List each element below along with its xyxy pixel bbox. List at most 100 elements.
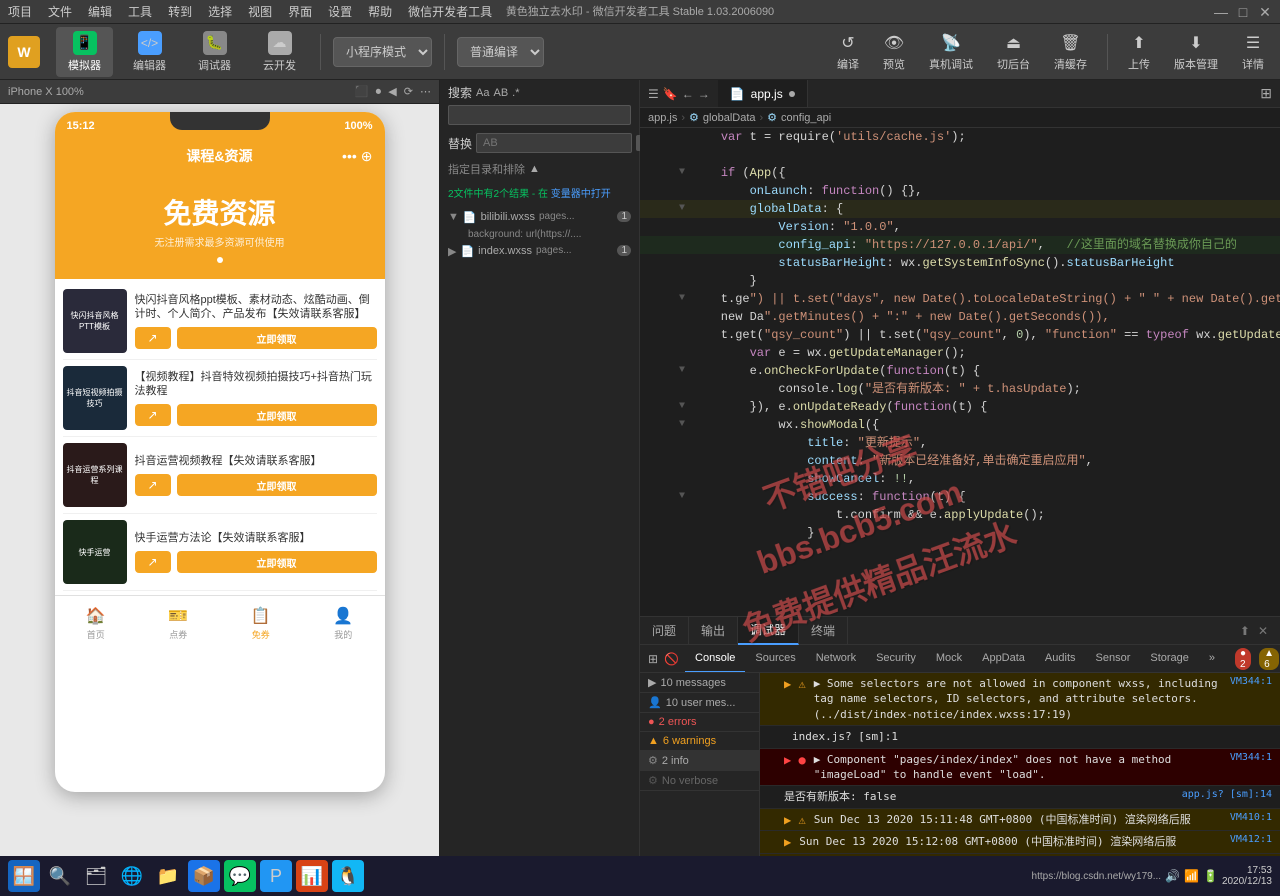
taskbar-wechat-icon[interactable]: 💬 bbox=[224, 860, 256, 892]
console-sidebar-icon[interactable]: ⊞ bbox=[648, 652, 658, 666]
tab-output[interactable]: 输出 bbox=[689, 617, 738, 645]
menu-item-interface[interactable]: 界面 bbox=[288, 3, 312, 20]
tray-icon-1[interactable]: 🔊 bbox=[1165, 869, 1180, 883]
console-loc-0[interactable]: VM344:1 bbox=[1230, 676, 1272, 687]
share-button-2[interactable]: ↗ bbox=[135, 474, 171, 496]
console-loc-4[interactable]: VM410:1 bbox=[1230, 812, 1272, 823]
get-button-0[interactable]: 立即领取 bbox=[177, 327, 377, 349]
search-case-icon[interactable]: Aa bbox=[476, 87, 489, 99]
version-button[interactable]: ⬇ 版本管理 bbox=[1166, 28, 1226, 76]
upload-button[interactable]: ⬆ 上传 bbox=[1120, 28, 1158, 76]
tab-debugger[interactable]: 调试器 bbox=[738, 617, 799, 645]
group-item-user-messages[interactable]: 👤 10 user mes... bbox=[640, 693, 759, 713]
panel-close-icon[interactable]: ✕ bbox=[1258, 624, 1268, 638]
detail-button[interactable]: ☰ 详情 bbox=[1234, 28, 1272, 76]
taskbar-file-icon[interactable]: 📁 bbox=[152, 860, 184, 892]
file-item-bilibili[interactable]: ▼ 📄 bilibili.wxss pages... 1 bbox=[440, 208, 639, 227]
close-button[interactable]: ✕ bbox=[1258, 5, 1272, 19]
phone-tab-free[interactable]: 📋 免券 bbox=[220, 606, 303, 641]
group-item-messages[interactable]: ▶ 10 messages bbox=[640, 673, 759, 693]
panel-expand-icon[interactable]: ⬆ bbox=[1240, 624, 1250, 638]
compile-button[interactable]: ↺ 编译 bbox=[829, 28, 867, 76]
phone-tab-home[interactable]: 🏠 首页 bbox=[55, 606, 138, 641]
console-tab-mock[interactable]: Mock bbox=[926, 645, 972, 673]
real-device-button[interactable]: 📡 真机调试 bbox=[921, 28, 981, 76]
console-tab-storage[interactable]: Storage bbox=[1140, 645, 1199, 673]
share-button-1[interactable]: ↗ bbox=[135, 404, 171, 426]
group-item-verbose[interactable]: ⚙ No verbose bbox=[640, 771, 759, 791]
simulator-button[interactable]: 📱 模拟器 bbox=[56, 27, 113, 77]
console-tab-sources[interactable]: Sources bbox=[745, 645, 805, 673]
bookmark-icon[interactable]: 🔖 bbox=[663, 87, 678, 101]
menu-item-help[interactable]: 帮助 bbox=[368, 3, 392, 20]
tray-icon-3[interactable]: 🔋 bbox=[1203, 869, 1218, 883]
share-button-3[interactable]: ↗ bbox=[135, 551, 171, 573]
maximize-button[interactable]: □ bbox=[1236, 5, 1250, 19]
menu-item-project[interactable]: 项目 bbox=[8, 3, 32, 20]
get-button-3[interactable]: 立即领取 bbox=[177, 551, 377, 573]
debugger-button[interactable]: 🐛 调试器 bbox=[186, 27, 243, 77]
phone-tab-mine[interactable]: 👤 我的 bbox=[302, 606, 385, 641]
cutoff-button[interactable]: ⏏ 切后台 bbox=[989, 28, 1038, 76]
console-tab-sensor[interactable]: Sensor bbox=[1086, 645, 1141, 673]
compile-select[interactable]: 普通编译 bbox=[457, 37, 544, 67]
console-tab-appdata[interactable]: AppData bbox=[972, 645, 1035, 673]
taskbar-qq-icon[interactable]: 🐧 bbox=[332, 860, 364, 892]
phone-nav-dots-icon[interactable]: ••• bbox=[342, 148, 357, 165]
split-editor-icon[interactable]: ⊞ bbox=[1260, 85, 1272, 102]
menu-item-settings[interactable]: 设置 bbox=[328, 3, 352, 20]
menu-item-goto[interactable]: 转到 bbox=[168, 3, 192, 20]
group-item-info[interactable]: ⚙ 2 info bbox=[640, 751, 759, 771]
taskbar-ppt-icon[interactable]: 📊 bbox=[296, 860, 328, 892]
sim-record-icon[interactable]: ⏺ bbox=[376, 86, 382, 98]
menu-item-wechat-tools[interactable]: 微信开发者工具 bbox=[408, 3, 492, 20]
minimize-button[interactable]: — bbox=[1214, 5, 1228, 19]
menu-item-tools[interactable]: 工具 bbox=[128, 3, 152, 20]
open-editor-link[interactable]: 变量器中打开 bbox=[551, 189, 611, 200]
console-tab-audits[interactable]: Audits bbox=[1035, 645, 1086, 673]
editor-tab-appjs[interactable]: 📄 app.js bbox=[718, 80, 808, 108]
console-clear-icon[interactable]: 🚫 bbox=[664, 652, 679, 666]
cloud-button[interactable]: ☁ 云开发 bbox=[251, 27, 308, 77]
preview-button[interactable]: 👁 预览 bbox=[875, 28, 913, 76]
console-loc-2[interactable]: VM344:1 bbox=[1230, 752, 1272, 763]
menu-item-select[interactable]: 选择 bbox=[208, 3, 232, 20]
menu-item-file[interactable]: 文件 bbox=[48, 3, 72, 20]
get-button-1[interactable]: 立即领取 bbox=[177, 404, 377, 426]
menu-item-edit[interactable]: 编辑 bbox=[88, 3, 112, 20]
console-tab-network[interactable]: Network bbox=[806, 645, 866, 673]
group-item-errors[interactable]: ● 2 errors bbox=[640, 713, 759, 732]
menu-item-view[interactable]: 视图 bbox=[248, 3, 272, 20]
console-loc-3[interactable]: app.js? [sm]:14 bbox=[1182, 789, 1272, 800]
nav-fwd-icon[interactable]: → bbox=[698, 87, 710, 101]
tray-icon-2[interactable]: 📶 bbox=[1184, 869, 1199, 883]
search-regex-icon[interactable]: .* bbox=[512, 87, 519, 99]
file-item-index[interactable]: ▶ 📄 index.wxss pages... 1 bbox=[440, 242, 639, 261]
taskbar-task-view-icon[interactable]: 🗂 bbox=[80, 860, 112, 892]
share-button-0[interactable]: ↗ bbox=[135, 327, 171, 349]
console-loc-5[interactable]: VM412:1 bbox=[1230, 834, 1272, 845]
phone-nav-share-icon[interactable]: ⊕ bbox=[361, 148, 373, 165]
replace-input[interactable] bbox=[476, 133, 632, 153]
taskbar-search-icon[interactable]: 🔍 bbox=[44, 860, 76, 892]
file-match-1[interactable]: background: url(https://.... bbox=[440, 227, 639, 242]
editor-button[interactable]: </> 编辑器 bbox=[121, 27, 178, 77]
console-tab-security[interactable]: Security bbox=[866, 645, 926, 673]
phone-tab-ticket[interactable]: 🎫 点券 bbox=[137, 606, 220, 641]
group-item-warnings[interactable]: ▲ 6 warnings bbox=[640, 732, 759, 751]
code-editor[interactable]: var t = require('utils/cache.js'); ▼ if … bbox=[640, 128, 1280, 616]
toggle-sidebar-icon[interactable]: ☰ bbox=[648, 87, 659, 101]
taskbar-app-icon[interactable]: 📦 bbox=[188, 860, 220, 892]
tab-issues[interactable]: 问题 bbox=[640, 617, 689, 645]
breadcrumb-item-2[interactable]: config_api bbox=[781, 112, 831, 124]
taskbar-start-icon[interactable]: 🪟 bbox=[8, 860, 40, 892]
get-button-2[interactable]: 立即领取 bbox=[177, 474, 377, 496]
tab-terminal[interactable]: 终端 bbox=[799, 617, 848, 645]
taskbar-edge-icon[interactable]: 🌐 bbox=[116, 860, 148, 892]
nav-back-icon[interactable]: ← bbox=[682, 87, 694, 101]
target-toggle-icon[interactable]: ▲ bbox=[529, 163, 540, 175]
search-word-icon[interactable]: AB bbox=[493, 87, 508, 99]
breadcrumb-item-1[interactable]: globalData bbox=[703, 112, 756, 124]
console-tab-more[interactable]: » bbox=[1199, 645, 1225, 673]
sim-refresh-icon[interactable]: ⟳ bbox=[404, 86, 413, 98]
